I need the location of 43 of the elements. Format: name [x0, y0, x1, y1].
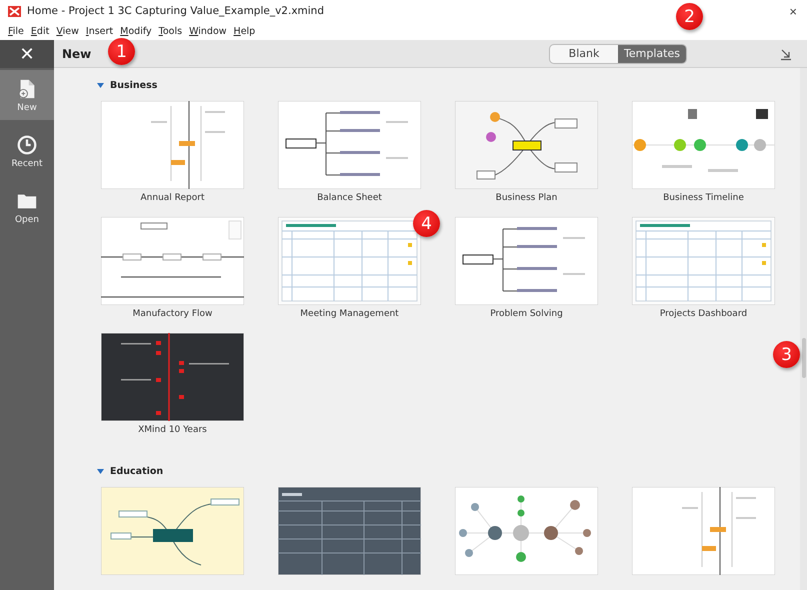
template-preview[interactable] — [101, 217, 244, 305]
window-title: Home - Project 1 3C Capturing Value_Example_v2.xmind — [27, 5, 324, 17]
template-label: Problem Solving — [490, 309, 563, 321]
close-button[interactable]: ✕ — [0, 40, 54, 68]
template-preview[interactable] — [278, 487, 421, 575]
menu-item[interactable]: Window — [189, 26, 227, 36]
sidebar-label: New — [17, 102, 37, 112]
menu-item[interactable]: Tools — [158, 26, 182, 36]
template-preview[interactable] — [455, 487, 598, 575]
sidebar-item[interactable]: New — [0, 70, 54, 120]
template-label: Annual Report — [140, 193, 204, 205]
template-preview[interactable] — [101, 333, 244, 421]
menu-item[interactable]: Help — [234, 26, 256, 36]
toggle-tab[interactable]: Blank — [550, 44, 618, 62]
caret-icon[interactable] — [97, 82, 104, 88]
template-preview[interactable] — [101, 487, 244, 575]
template-label: Meeting Management — [300, 309, 399, 321]
template-label: Manufactory Flow — [132, 309, 212, 321]
sidebar-label: Open — [14, 214, 40, 224]
caret-icon[interactable] — [97, 468, 104, 474]
template-label: XMind 10 Years — [138, 425, 207, 437]
page-title: New — [62, 46, 92, 60]
menu-item[interactable]: Modify — [120, 26, 152, 36]
callout-badge: 2 — [676, 3, 703, 30]
section-title: Business — [110, 80, 158, 90]
section-title: Education — [110, 466, 164, 476]
menu-item[interactable]: Edit — [30, 26, 50, 36]
sidebar-item[interactable]: Open — [0, 182, 54, 232]
toggle-tab[interactable]: Templates — [618, 44, 686, 62]
template-label: Business Timeline — [663, 193, 744, 205]
download-icon[interactable] — [779, 46, 793, 60]
scrollbar-thumb[interactable] — [802, 338, 806, 378]
close-button[interactable]: × — [787, 4, 799, 18]
menu-item[interactable]: File — [8, 26, 24, 36]
clock-icon — [16, 134, 38, 156]
menu-item[interactable]: Insert — [86, 26, 114, 36]
template-label: Projects Dashboard — [660, 309, 748, 321]
app-logo-icon — [8, 6, 21, 16]
menu-item[interactable]: View — [56, 26, 79, 36]
template-label: Business Plan — [496, 193, 558, 205]
sidebar-item[interactable]: Recent — [0, 126, 54, 176]
template-label: Balance Sheet — [317, 193, 382, 205]
sidebar-label: Recent — [11, 158, 43, 168]
